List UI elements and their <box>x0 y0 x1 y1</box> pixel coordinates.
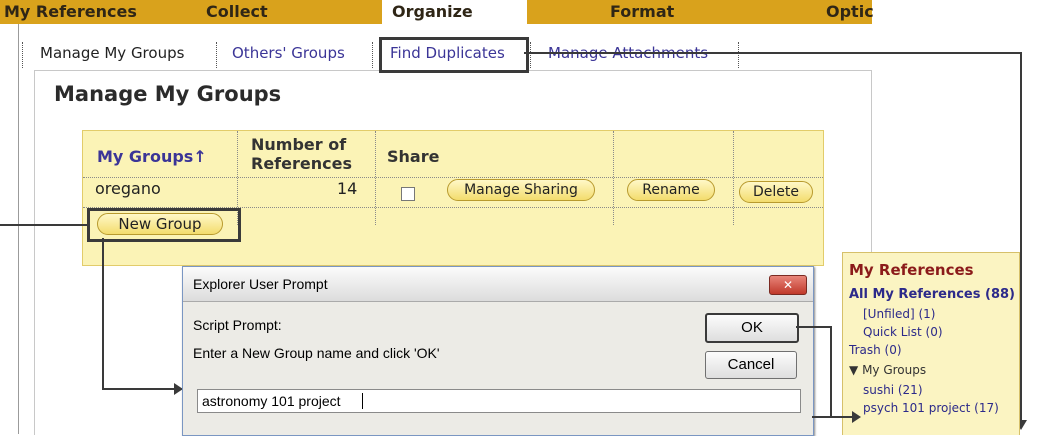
subtab-others-groups[interactable]: Others' Groups <box>232 44 345 62</box>
tab-separator <box>22 42 23 68</box>
new-group-highlight <box>87 208 241 242</box>
sidebar-item-all-references[interactable]: All My References (88) <box>849 287 1015 302</box>
prompt-message: Enter a New Group name and click 'OK' <box>193 345 440 361</box>
sidebar-item-label: My Groups <box>862 363 927 377</box>
callout-line <box>1020 52 1022 424</box>
tab-options[interactable]: Optic <box>826 2 874 21</box>
column-header-number-of-references: Number of References <box>251 135 352 173</box>
header-line: Number of <box>251 135 347 154</box>
tab-my-references[interactable]: My References <box>4 2 137 21</box>
input-value: astronomy 101 project <box>202 393 341 409</box>
sidebar-item-my-groups[interactable]: ▼ My Groups <box>849 363 926 377</box>
callout-line <box>0 224 88 226</box>
sidebar-heading: My References <box>849 261 974 279</box>
dialog-titlebar: Explorer User Prompt ✕ <box>183 267 813 302</box>
column-divider <box>733 131 734 225</box>
column-header-share: Share <box>387 147 440 166</box>
tab-organize[interactable]: Organize <box>382 0 527 24</box>
sidebar-item-group-sushi[interactable]: sushi (21) <box>863 383 923 397</box>
rename-button[interactable]: Rename <box>627 179 715 201</box>
group-name-input[interactable]: astronomy 101 project <box>197 389 801 413</box>
delete-button[interactable]: Delete <box>739 181 813 203</box>
explorer-user-prompt-dialog: Explorer User Prompt ✕ Script Prompt: En… <box>182 266 814 436</box>
tab-separator <box>372 42 373 68</box>
group-name: oregano <box>95 179 161 198</box>
my-references-sidebar: My References All My References (88) [Un… <box>842 252 1020 435</box>
callout-line <box>524 52 1022 54</box>
share-checkbox[interactable] <box>401 187 415 201</box>
callout-line <box>830 326 832 418</box>
column-divider <box>613 131 614 225</box>
cancel-button[interactable]: Cancel <box>705 351 797 379</box>
reference-count: 14 <box>337 179 358 198</box>
sidebar-item-trash[interactable]: Trash (0) <box>849 343 902 357</box>
manage-sharing-button[interactable]: Manage Sharing <box>447 179 595 201</box>
subtab-manage-my-groups[interactable]: Manage My Groups <box>40 44 184 62</box>
row-divider <box>83 177 823 178</box>
ok-button[interactable]: OK <box>705 313 799 343</box>
callout-line <box>102 388 182 390</box>
arrow-head-icon <box>852 411 861 423</box>
groups-table: My Groups↑ Number of References Share or… <box>82 130 824 266</box>
tab-separator <box>738 42 739 68</box>
find-duplicates-highlight <box>379 37 529 73</box>
page-title: Manage My Groups <box>54 82 282 106</box>
tab-separator <box>216 42 217 68</box>
header-line: References <box>251 154 352 173</box>
column-header-label: My Groups <box>97 147 194 166</box>
callout-line <box>102 238 104 388</box>
text-cursor <box>362 393 363 409</box>
column-header-my-groups[interactable]: My Groups↑ <box>97 147 207 166</box>
dialog-title: Explorer User Prompt <box>193 276 328 292</box>
close-icon[interactable]: ✕ <box>769 275 807 295</box>
sidebar-item-quick-list[interactable]: Quick List (0) <box>863 325 943 339</box>
script-prompt-label: Script Prompt: <box>193 317 282 333</box>
top-tab-bar: My References Collect Organize Format Op… <box>0 0 874 24</box>
tab-format[interactable]: Format <box>610 2 674 21</box>
tab-collect[interactable]: Collect <box>206 2 268 21</box>
sidebar-item-unfiled[interactable]: [Unfiled] (1) <box>863 307 935 321</box>
callout-line <box>796 326 832 328</box>
sidebar-item-group-psych[interactable]: psych 101 project (17) <box>863 401 999 415</box>
collapse-arrow-icon: ▼ <box>849 363 859 377</box>
column-divider <box>375 131 376 225</box>
sort-arrow-icon: ↑ <box>193 147 207 166</box>
tab-separator <box>530 42 531 68</box>
